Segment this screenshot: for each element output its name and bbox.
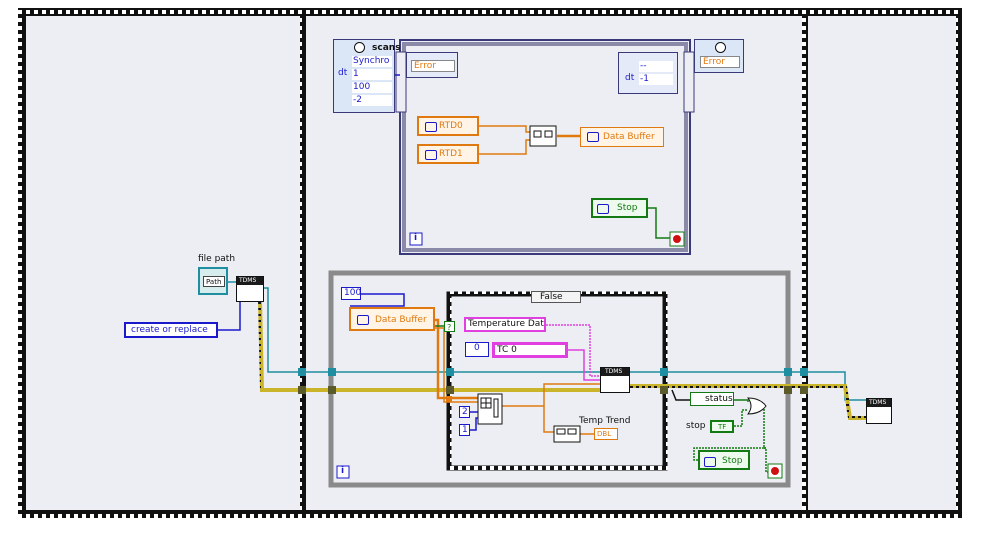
timed-loop-input-row-1: Synchro (352, 56, 392, 67)
sequence-divider-2 (802, 16, 808, 510)
tdms-close-node[interactable]: TDMS (866, 398, 892, 424)
loop-condition-stop-2 (771, 467, 779, 475)
status-question-constant: ? (444, 321, 455, 332)
data-buffer-read-label: Data Buffer (375, 315, 427, 325)
timed-loop-input-node[interactable]: scans Synchro dt 1 100 -2 (333, 39, 401, 113)
sequence-right-border (956, 8, 962, 518)
tunnel (800, 386, 808, 394)
sequence-left-border (18, 8, 26, 518)
or-to-stop-wire (763, 406, 766, 449)
block-diagram: scans Synchro dt 1 100 -2 Error -- dt -1… (0, 0, 999, 543)
or-function (747, 397, 767, 415)
clock-icon (354, 42, 365, 53)
timed-loop-output-dt-tag: dt (625, 73, 635, 83)
loop-wait-constant[interactable]: 100 (341, 287, 361, 300)
tunnel (660, 368, 668, 376)
iteration-terminal-label: i (414, 233, 418, 243)
timed-loop-output-frame[interactable]: Error (694, 39, 744, 73)
temp-trend-label: Temp Trend (579, 416, 631, 426)
file-path-control[interactable]: Path (198, 267, 228, 295)
tunnel (328, 386, 336, 394)
file-path-label: file path (198, 254, 236, 264)
error-wire-status (671, 389, 690, 401)
stop-read-label: Stop (617, 203, 638, 213)
shared-variable-icon (704, 457, 716, 467)
rtd1-variable[interactable]: RTD1 (417, 144, 479, 164)
group-name-constant[interactable]: Temperature Data (464, 317, 546, 332)
tunnel (660, 386, 668, 394)
tunnel (784, 386, 792, 394)
shared-variable-icon (425, 122, 437, 132)
timed-loop-input-row-2: 1 (352, 69, 392, 80)
wire-layer (18, 8, 962, 518)
stop-control[interactable]: TF (710, 420, 734, 433)
scans-label: scans (372, 43, 401, 53)
rtd0-label: RTD0 (439, 121, 463, 131)
shared-variable-icon (357, 315, 369, 325)
data-buffer-write-variable[interactable]: Data Buffer (580, 127, 664, 147)
tunnel (446, 396, 452, 402)
tunnel (446, 386, 454, 394)
tdms-open-tag: TDMS (239, 277, 257, 284)
shared-variable-icon (597, 204, 609, 214)
error-out-label: Error (700, 56, 740, 68)
tunnel (328, 368, 336, 376)
temp-trend-indicator[interactable]: DBL (594, 428, 618, 440)
tdms-write-tag: TDMS (605, 368, 623, 375)
timed-loop-right-node (683, 51, 695, 113)
tdms-open-node[interactable]: TDMS (236, 276, 264, 302)
tunnel (298, 386, 306, 394)
stop-write-variable[interactable]: Stop (698, 450, 750, 470)
timed-loop-input-row-4: -2 (352, 95, 392, 106)
timed-loop-output-row-2: -1 (639, 74, 673, 85)
timed-loop-left-node (395, 51, 407, 113)
status-unbundle[interactable]: status (690, 392, 734, 406)
tunnel (784, 368, 792, 376)
open-mode-wire (218, 298, 241, 331)
sequence-bottom-border (18, 510, 962, 518)
timed-loop-output-node[interactable]: -- dt -1 (618, 52, 678, 94)
timed-loop-error-in[interactable]: Error (406, 52, 458, 78)
clock-icon (715, 42, 726, 53)
open-mode-constant[interactable]: create or replace (124, 322, 218, 338)
tdms-write-node[interactable]: TDMS (600, 367, 630, 393)
loop-condition-stop (673, 235, 681, 243)
tunnel (800, 368, 808, 376)
rtd0-variable[interactable]: RTD0 (417, 116, 479, 136)
shared-variable-icon (587, 132, 599, 142)
shared-variable-icon (425, 150, 437, 160)
data-buffer-read-variable[interactable]: Data Buffer (349, 307, 435, 331)
sequence-divider-1 (300, 16, 306, 510)
channel-index-constant[interactable]: 0 (465, 342, 489, 357)
index-1-constant[interactable]: 1 (459, 424, 470, 436)
stop-write-label: Stop (722, 456, 743, 466)
status-to-or-wire (734, 399, 749, 402)
case-selector[interactable]: False (531, 291, 581, 303)
channel-name-constant[interactable]: TC 0 (492, 342, 568, 358)
data-buffer-write-label: Data Buffer (603, 132, 655, 142)
stop-to-or-wire (734, 409, 748, 427)
stop-label: stop (686, 421, 706, 431)
timed-loop-input-row-3: 100 (352, 82, 392, 93)
error-in-label: Error (411, 60, 455, 72)
index-2-constant[interactable]: 2 (459, 406, 470, 418)
status-label: status (705, 394, 733, 404)
timed-loop-output-row-1: -- (639, 61, 673, 72)
tdms-close-tag: TDMS (869, 399, 887, 406)
path-control-text: Path (203, 276, 225, 287)
sequence-top-border (18, 8, 962, 16)
timed-loop-dt-tag: dt (338, 68, 348, 78)
stop-read-variable[interactable]: Stop (591, 198, 648, 218)
iteration-terminal-label-2: i (341, 466, 345, 476)
tunnel (298, 368, 306, 376)
tunnel (446, 368, 454, 376)
rtd1-label: RTD1 (439, 149, 463, 159)
